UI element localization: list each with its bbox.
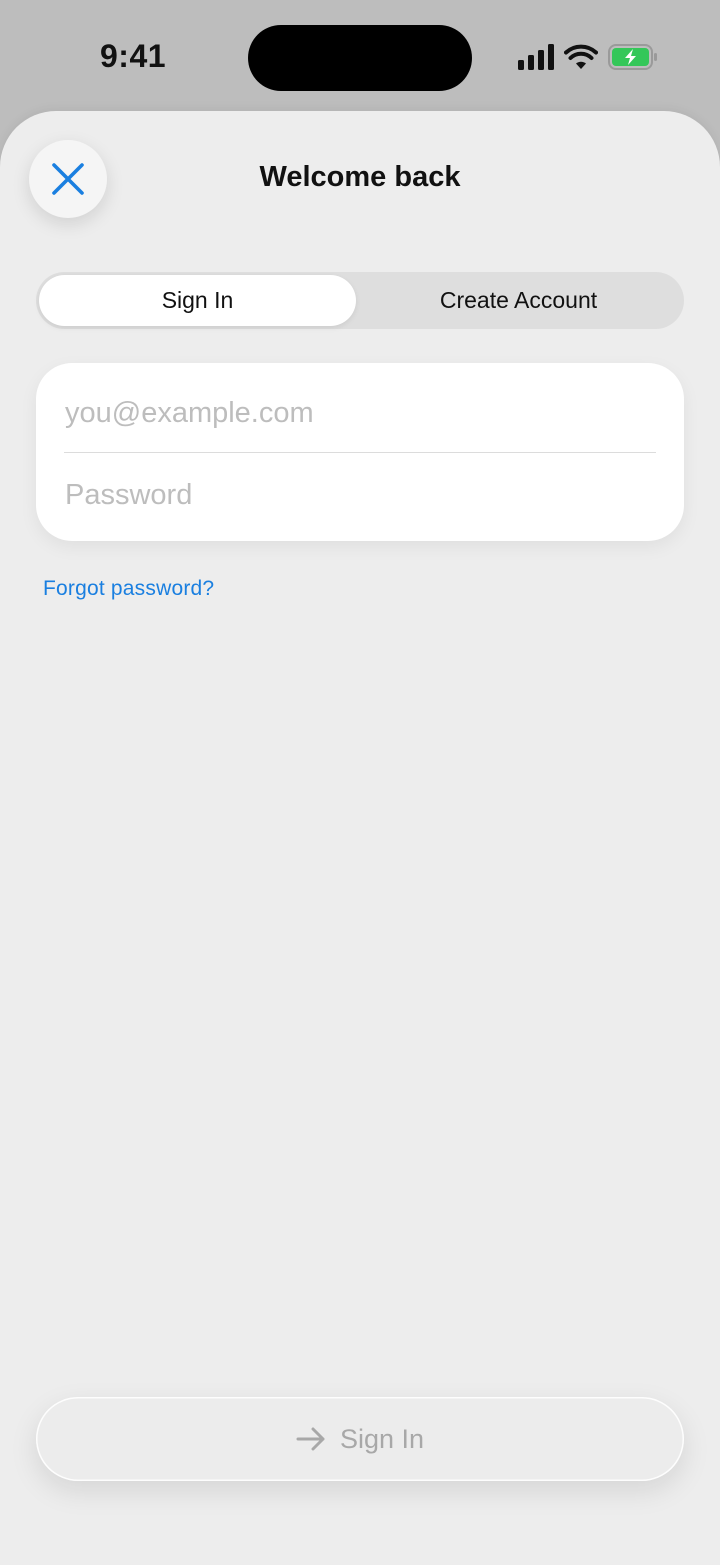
battery-charging-icon [608, 44, 657, 70]
wifi-icon [564, 44, 598, 69]
status-icons [518, 44, 658, 70]
status-time: 9:41 [100, 38, 167, 74]
dynamic-island [248, 25, 472, 91]
tab-create-account[interactable]: Create Account [356, 275, 681, 326]
sign-in-button-label: Sign In [339, 1423, 425, 1454]
sign-in-sheet: Welcome back Sign In Create Account Forg… [0, 111, 720, 1565]
password-field[interactable] [65, 465, 655, 525]
credentials-card [36, 363, 684, 541]
auth-mode-segmented-control: Sign In Create Account [36, 272, 684, 329]
sign-in-button[interactable]: Sign In [36, 1397, 684, 1481]
tab-sign-in[interactable]: Sign In [39, 275, 356, 326]
page-title: Welcome back [259, 161, 461, 193]
status-bar: 9:41 [0, 0, 720, 112]
field-divider [64, 452, 656, 453]
email-field[interactable] [65, 383, 655, 443]
cellular-signal-icon [518, 44, 554, 70]
arrow-right-icon [296, 1427, 325, 1451]
forgot-password-link[interactable]: Forgot password? [43, 577, 214, 601]
